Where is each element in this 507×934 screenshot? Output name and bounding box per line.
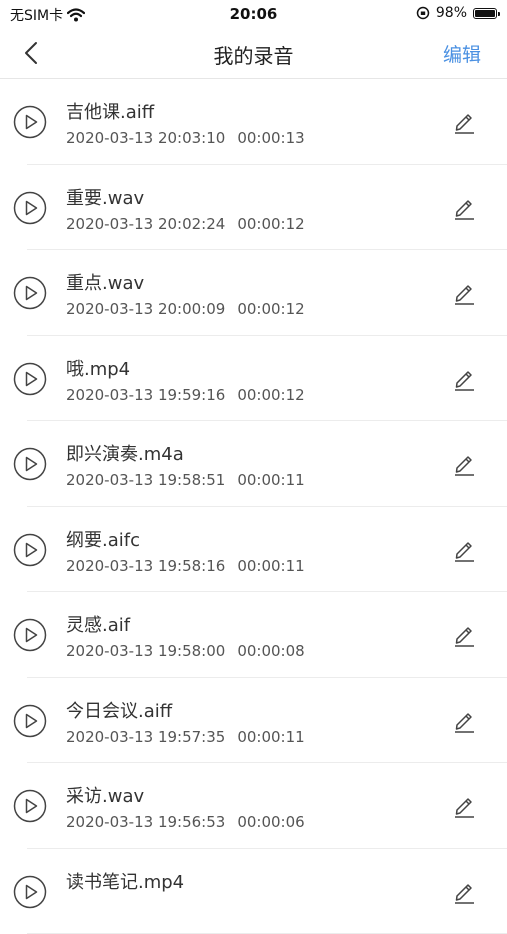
recording-date: 2020-03-13 19:58:51 xyxy=(66,471,225,489)
recording-duration: 00:00:11 xyxy=(237,557,304,575)
recording-meta: 2020-03-13 20:03:10 00:00:13 xyxy=(66,129,305,147)
recording-date: 2020-03-13 19:59:16 xyxy=(66,386,225,404)
recording-duration: 00:00:12 xyxy=(237,300,304,318)
recording-duration: 00:00:12 xyxy=(237,215,304,233)
recording-name: 吉他课.aiff xyxy=(66,98,154,124)
recording-row[interactable]: 今日会议.aiff 2020-03-13 19:57:35 00:00:11 xyxy=(0,678,507,764)
recording-duration: 00:00:11 xyxy=(237,471,304,489)
recording-meta: 2020-03-13 20:00:09 00:00:12 xyxy=(66,300,305,318)
recording-duration: 00:00:12 xyxy=(237,386,304,404)
recording-list: 吉他课.aiff 2020-03-13 20:03:10 00:00:13 重要.wa… xyxy=(0,79,507,934)
status-right: 98% xyxy=(416,5,497,21)
recording-meta: 2020-03-13 19:56:53 00:00:06 xyxy=(66,813,305,831)
recording-meta: 2020-03-13 19:58:00 00:00:08 xyxy=(66,642,305,660)
play-icon[interactable] xyxy=(13,533,47,567)
pencil-icon[interactable] xyxy=(453,794,475,818)
recording-row[interactable]: 哦.mp4 2020-03-13 19:59:16 00:00:12 xyxy=(0,336,507,422)
recording-duration: 00:00:08 xyxy=(237,642,304,660)
recording-date: 2020-03-13 19:57:35 xyxy=(66,728,225,746)
recording-row[interactable]: 即兴演奏.m4a 2020-03-13 19:58:51 00:00:11 xyxy=(0,421,507,507)
recording-meta: 2020-03-13 19:59:16 00:00:12 xyxy=(66,386,305,404)
play-icon[interactable] xyxy=(13,105,47,139)
recording-duration: 00:00:06 xyxy=(237,813,304,831)
play-icon[interactable] xyxy=(13,618,47,652)
recording-name: 哦.mp4 xyxy=(66,355,130,381)
recording-row[interactable]: 吉他课.aiff 2020-03-13 20:03:10 00:00:13 xyxy=(0,79,507,165)
recording-row[interactable]: 纲要.aifc 2020-03-13 19:58:16 00:00:11 xyxy=(0,507,507,593)
page-title: 我的录音 xyxy=(0,40,507,69)
pencil-icon[interactable] xyxy=(453,623,475,647)
pencil-icon[interactable] xyxy=(453,538,475,562)
recording-row[interactable]: 重要.wav 2020-03-13 20:02:24 00:00:12 xyxy=(0,165,507,251)
recording-row[interactable]: 重点.wav 2020-03-13 20:00:09 00:00:12 xyxy=(0,250,507,336)
pencil-icon[interactable] xyxy=(453,110,475,134)
battery-percent: 98% xyxy=(436,5,467,21)
recording-date: 2020-03-13 19:58:16 xyxy=(66,557,225,575)
recording-name: 重点.wav xyxy=(66,269,144,295)
recording-row[interactable]: 采访.wav 2020-03-13 19:56:53 00:00:06 xyxy=(0,763,507,849)
play-icon[interactable] xyxy=(13,362,47,396)
recording-name: 今日会议.aiff xyxy=(66,697,172,723)
recording-row[interactable]: 灵感.aif 2020-03-13 19:58:00 00:00:08 xyxy=(0,592,507,678)
recording-duration: 00:00:13 xyxy=(237,129,304,147)
recording-meta xyxy=(66,899,78,917)
recording-meta: 2020-03-13 19:57:35 00:00:11 xyxy=(66,728,305,746)
pencil-icon[interactable] xyxy=(453,452,475,476)
recording-date: 2020-03-13 19:56:53 xyxy=(66,813,225,831)
pencil-icon[interactable] xyxy=(453,367,475,391)
recording-name: 纲要.aifc xyxy=(66,526,140,552)
play-icon[interactable] xyxy=(13,447,47,481)
recording-name: 重要.wav xyxy=(66,184,144,210)
battery-icon xyxy=(473,8,497,19)
recording-meta: 2020-03-13 20:02:24 00:00:12 xyxy=(66,215,305,233)
recording-date: 2020-03-13 20:03:10 xyxy=(66,129,225,147)
recording-date: 2020-03-13 20:00:09 xyxy=(66,300,225,318)
orientation-lock-icon xyxy=(416,6,430,20)
navigation-bar: 我的录音 编辑 xyxy=(0,28,507,79)
recording-meta: 2020-03-13 19:58:16 00:00:11 xyxy=(66,557,305,575)
pencil-icon[interactable] xyxy=(453,196,475,220)
pencil-icon[interactable] xyxy=(453,281,475,305)
recording-meta: 2020-03-13 19:58:51 00:00:11 xyxy=(66,471,305,489)
recording-name: 即兴演奏.m4a xyxy=(66,440,184,466)
play-icon[interactable] xyxy=(13,191,47,225)
recording-name: 读书笔记.mp4 xyxy=(66,868,184,894)
status-bar: 无SIM卡 20:06 98% xyxy=(0,0,507,28)
play-icon[interactable] xyxy=(13,875,47,909)
battery-level xyxy=(475,10,495,17)
recording-row[interactable]: 读书笔记.mp4 xyxy=(0,849,507,934)
play-icon[interactable] xyxy=(13,704,47,738)
recording-date: 2020-03-13 20:02:24 xyxy=(66,215,225,233)
edit-button[interactable]: 编辑 xyxy=(443,40,481,67)
recording-duration: 00:00:11 xyxy=(237,728,304,746)
recording-date: 2020-03-13 19:58:00 xyxy=(66,642,225,660)
pencil-icon[interactable] xyxy=(453,709,475,733)
recording-name: 灵感.aif xyxy=(66,611,130,637)
recording-name: 采访.wav xyxy=(66,782,144,808)
play-icon[interactable] xyxy=(13,789,47,823)
play-icon[interactable] xyxy=(13,276,47,310)
